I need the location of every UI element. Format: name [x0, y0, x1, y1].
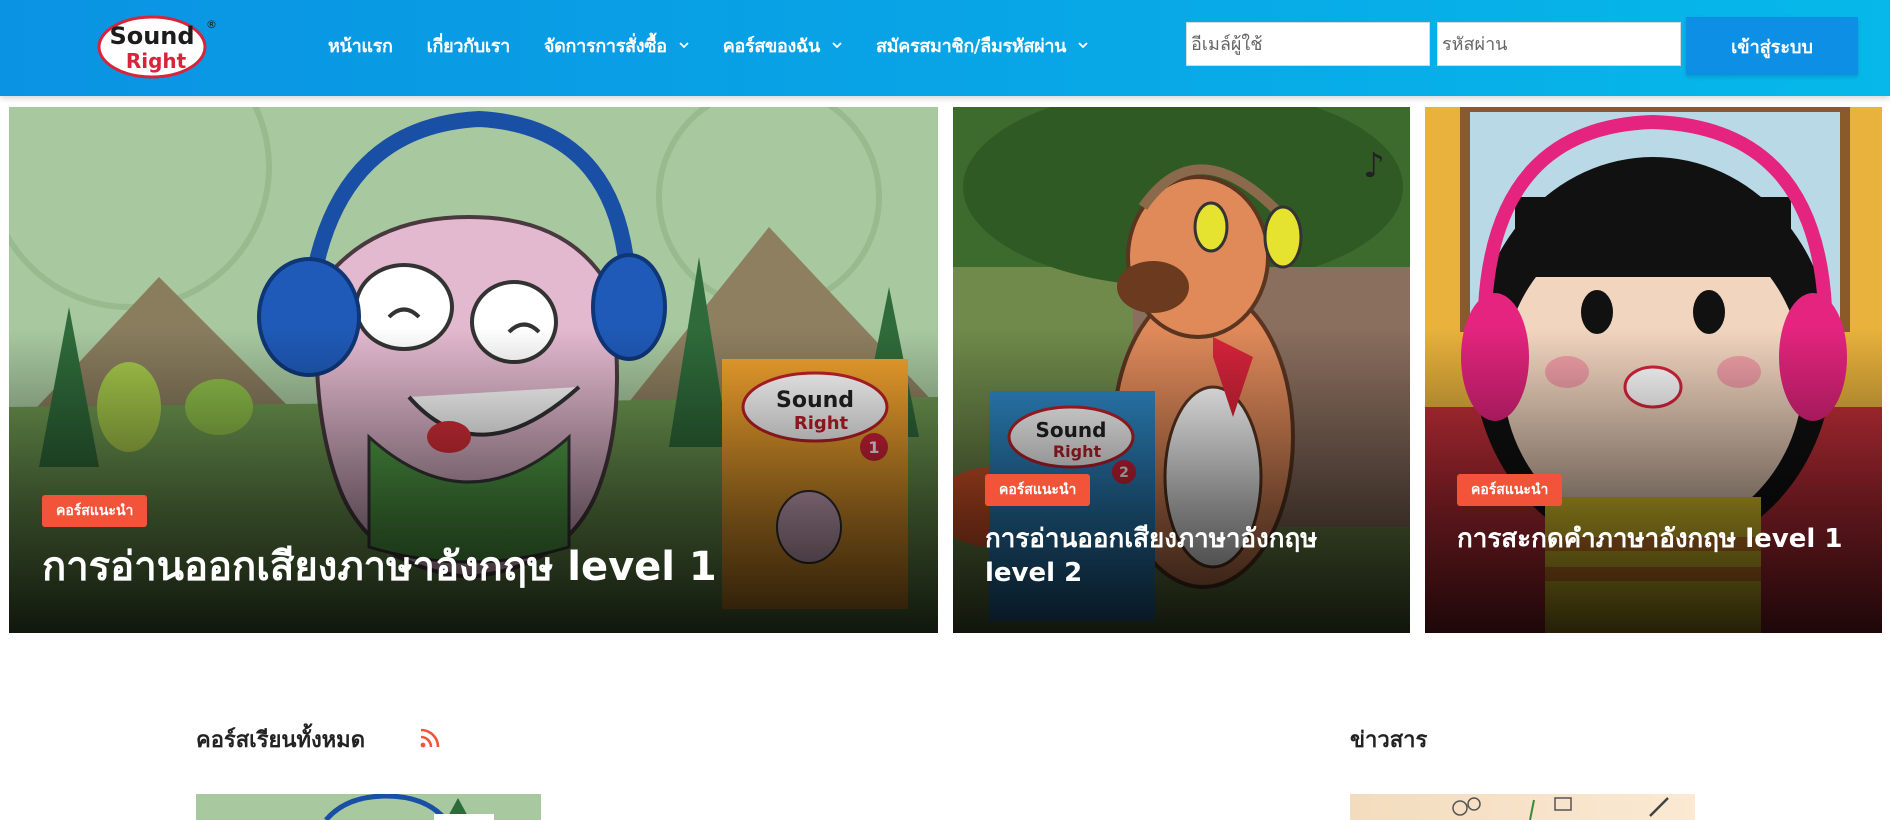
- nav-item-about[interactable]: เกี่ยวกับเรา: [426, 31, 511, 60]
- main-nav: หน้าแรก เกี่ยวกับเรา จัดการการสั่งซื้อ ค…: [328, 0, 1122, 90]
- nav-label: เกี่ยวกับเรา: [426, 35, 511, 57]
- password-input[interactable]: [1437, 22, 1681, 66]
- news-illustration: [1452, 797, 1669, 820]
- nav-item-home[interactable]: หน้าแรก: [328, 31, 393, 60]
- courses-section-title: คอร์สเรียนทั้งหมด: [196, 728, 365, 753]
- rss-icon[interactable]: [418, 726, 442, 750]
- site-header: Sound Right ® หน้าแรก เกี่ยวกับเรา จัดกา…: [0, 0, 1890, 96]
- svg-text:®: ®: [206, 18, 216, 31]
- nav-label: สมัครสมาชิก/ลืมรหัสผ่าน: [876, 35, 1067, 57]
- featured-badge[interactable]: คอร์สแนะนำ: [1457, 474, 1563, 506]
- featured-card-pronunciation-level-1[interactable]: Sound Right 1 คอร์สแนะนำ การอ่านออกเสียง…: [9, 107, 938, 633]
- chevron-down-icon: [832, 42, 842, 49]
- news-thumbnail[interactable]: [1350, 794, 1695, 820]
- svg-text:Right: Right: [126, 49, 187, 73]
- card-title[interactable]: การอ่านออกเสียงภาษาอังกฤษ level 1: [42, 541, 902, 593]
- featured-badge[interactable]: คอร์สแนะนำ: [42, 495, 148, 527]
- site-logo[interactable]: Sound Right ®: [94, 10, 216, 82]
- chevron-down-icon: [679, 42, 689, 49]
- featured-card-pronunciation-level-2[interactable]: ♪ Sound Right 2 คอร์สแนะนำ การอ่านออกเสี…: [953, 107, 1410, 633]
- nav-item-orders[interactable]: จัดการการสั่งซื้อ: [544, 31, 689, 60]
- card-title[interactable]: การสะกดคำภาษาอังกฤษ level 1: [1457, 523, 1857, 557]
- nav-label: หน้าแรก: [328, 35, 393, 57]
- nav-item-my-courses[interactable]: คอร์สของฉัน: [723, 31, 842, 60]
- nav-label: จัดการการสั่งซื้อ: [543, 35, 667, 57]
- news-section-title: ข่าวสาร: [1350, 728, 1428, 753]
- svg-text:Sound: Sound: [109, 22, 194, 50]
- nav-label: คอร์สของฉัน: [722, 35, 821, 57]
- featured-card-spelling-level-1[interactable]: คอร์สแนะนำ การสะกดคำภาษาอังกฤษ level 1: [1425, 107, 1882, 633]
- login-button[interactable]: เข้าสู่ระบบ: [1686, 17, 1858, 75]
- course-thumbnail[interactable]: [196, 794, 541, 820]
- pig-cartoon-thumbnail: [196, 794, 541, 820]
- nav-item-register[interactable]: สมัครสมาชิก/ลืมรหัสผ่าน: [876, 31, 1088, 60]
- chevron-down-icon: [1078, 42, 1088, 49]
- featured-badge[interactable]: คอร์สแนะนำ: [985, 474, 1091, 506]
- email-input[interactable]: [1186, 22, 1430, 66]
- card-title[interactable]: การอ่านออกเสียงภาษาอังกฤษ level 2: [985, 523, 1385, 591]
- svg-text:♪: ♪: [1363, 146, 1385, 186]
